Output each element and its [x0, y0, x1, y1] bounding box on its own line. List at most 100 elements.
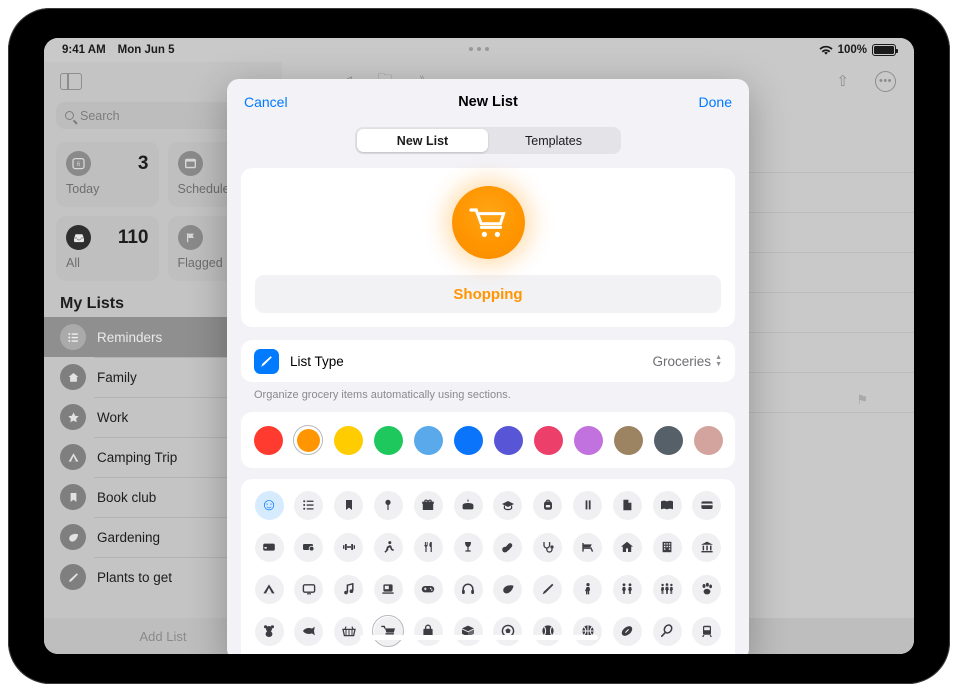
banknote-icon[interactable]: [293, 531, 325, 563]
baseball-icon[interactable]: [532, 615, 564, 647]
smiley-icon[interactable]: ☺: [253, 489, 285, 521]
icon-row: [253, 615, 723, 647]
list-type-row[interactable]: List Type Groceries ▲▼: [241, 340, 735, 382]
shopping-cart-icon[interactable]: [372, 615, 404, 647]
pin-icon[interactable]: [372, 489, 404, 521]
carrot-icon[interactable]: [532, 573, 564, 605]
flag-icon: [178, 225, 203, 250]
status-bar-left: 9:41 AM Mon Jun 5: [62, 44, 175, 56]
list-type-value: Groceries: [653, 354, 712, 369]
svg-text:6: 6: [77, 162, 81, 168]
sidebar-item-label: Plants to get: [97, 570, 172, 585]
battery-full-icon: [872, 44, 896, 56]
basket-icon[interactable]: [333, 615, 365, 647]
color-swatch-red[interactable]: [253, 425, 283, 455]
list-name-card: Shopping: [241, 168, 735, 327]
battery-percent-label: 100%: [838, 44, 867, 56]
color-swatch-orange[interactable]: [293, 425, 323, 455]
running-person-icon[interactable]: [372, 531, 404, 563]
screen: 9:41 AM Mon Jun 5 100%: [44, 38, 914, 654]
football-icon[interactable]: [611, 615, 643, 647]
done-button[interactable]: Done: [699, 94, 732, 110]
chevron-up-down-icon[interactable]: ▲▼: [715, 355, 722, 368]
multitask-handle-icon[interactable]: [469, 47, 489, 51]
bookmark-icon[interactable]: [333, 489, 365, 521]
paw-print-icon[interactable]: [691, 573, 723, 605]
device-frame: 9:41 AM Mon Jun 5 100%: [8, 8, 950, 684]
building-icon[interactable]: [651, 531, 683, 563]
color-swatch-blue[interactable]: [453, 425, 483, 455]
list-glyph-preview[interactable]: [452, 186, 525, 259]
soccer-ball-icon[interactable]: [492, 615, 524, 647]
bank-icon[interactable]: [691, 531, 723, 563]
wallet-icon[interactable]: [691, 489, 723, 521]
color-swatch-dusty-rose[interactable]: [693, 425, 723, 455]
basketball-icon[interactable]: [572, 615, 604, 647]
status-bar-right: 100%: [819, 44, 896, 56]
game-controller-icon[interactable]: [412, 573, 444, 605]
tab-new-list[interactable]: New List: [357, 129, 488, 152]
color-swatch-light-blue[interactable]: [413, 425, 443, 455]
star-icon: [60, 404, 86, 430]
graduation-cap-icon[interactable]: [492, 489, 524, 521]
pencils-icon[interactable]: [572, 489, 604, 521]
list-icon[interactable]: [293, 489, 325, 521]
stethoscope-icon[interactable]: [532, 531, 564, 563]
segmented-control: New List Templates: [355, 127, 621, 154]
icon-row: [253, 573, 723, 605]
laptop-icon[interactable]: [372, 573, 404, 605]
pills-icon[interactable]: [492, 531, 524, 563]
tab-templates[interactable]: Templates: [488, 129, 619, 152]
house-icon[interactable]: [611, 531, 643, 563]
color-swatch-indigo[interactable]: [493, 425, 523, 455]
smart-list-count: 3: [138, 153, 149, 175]
sidebar-item-label: Book club: [97, 490, 156, 505]
tent-icon[interactable]: [253, 573, 285, 605]
smart-list-all[interactable]: 110 All: [56, 216, 159, 281]
tennis-racket-icon[interactable]: [651, 615, 683, 647]
calendar-icon: [178, 151, 203, 176]
sidebar-toggle-icon[interactable]: [60, 73, 82, 90]
leaf-icon[interactable]: [492, 573, 524, 605]
music-note-icon[interactable]: [333, 573, 365, 605]
status-time: 9:41 AM: [62, 44, 106, 56]
backpack-icon[interactable]: [532, 489, 564, 521]
two-people-icon[interactable]: [611, 573, 643, 605]
box-icon[interactable]: [452, 615, 484, 647]
color-swatch-brown[interactable]: [613, 425, 643, 455]
color-swatch-slate[interactable]: [653, 425, 683, 455]
credit-card-icon[interactable]: [253, 531, 285, 563]
lounge-chair-icon[interactable]: [572, 531, 604, 563]
birthday-cake-icon[interactable]: [452, 489, 484, 521]
fish-icon[interactable]: [293, 615, 325, 647]
color-swatch-purple[interactable]: [573, 425, 603, 455]
headphones-icon[interactable]: [452, 573, 484, 605]
teddy-bear-icon[interactable]: [253, 615, 285, 647]
house-icon: [60, 364, 86, 390]
person-icon[interactable]: [572, 573, 604, 605]
fork-knife-icon[interactable]: [412, 531, 444, 563]
sidebar-item-label: Work: [97, 410, 128, 425]
color-swatch-yellow[interactable]: [333, 425, 363, 455]
color-swatch-pink[interactable]: [533, 425, 563, 455]
book-icon[interactable]: [651, 489, 683, 521]
search-placeholder: Search: [80, 109, 120, 123]
list-name-input[interactable]: Shopping: [255, 275, 721, 313]
smart-list-today[interactable]: 6 3 Today: [56, 142, 159, 207]
sidebar-item-label: Camping Trip: [97, 450, 177, 465]
color-swatch-green[interactable]: [373, 425, 403, 455]
wine-glass-icon[interactable]: [452, 531, 484, 563]
handbag-icon[interactable]: [412, 615, 444, 647]
more-icon[interactable]: •••: [875, 71, 896, 92]
dumbbell-icon[interactable]: [333, 531, 365, 563]
three-people-icon[interactable]: [651, 573, 683, 605]
sidebar-item-label: Gardening: [97, 530, 160, 545]
tv-icon[interactable]: [293, 573, 325, 605]
document-icon[interactable]: [611, 489, 643, 521]
new-list-modal: Cancel New List Done New List Templates: [227, 79, 749, 654]
modal-header: Cancel New List Done: [227, 79, 749, 119]
share-icon[interactable]: ⇧: [836, 72, 849, 90]
shopping-cart-icon: [469, 206, 507, 240]
gift-icon[interactable]: [412, 489, 444, 521]
tram-icon[interactable]: [691, 615, 723, 647]
